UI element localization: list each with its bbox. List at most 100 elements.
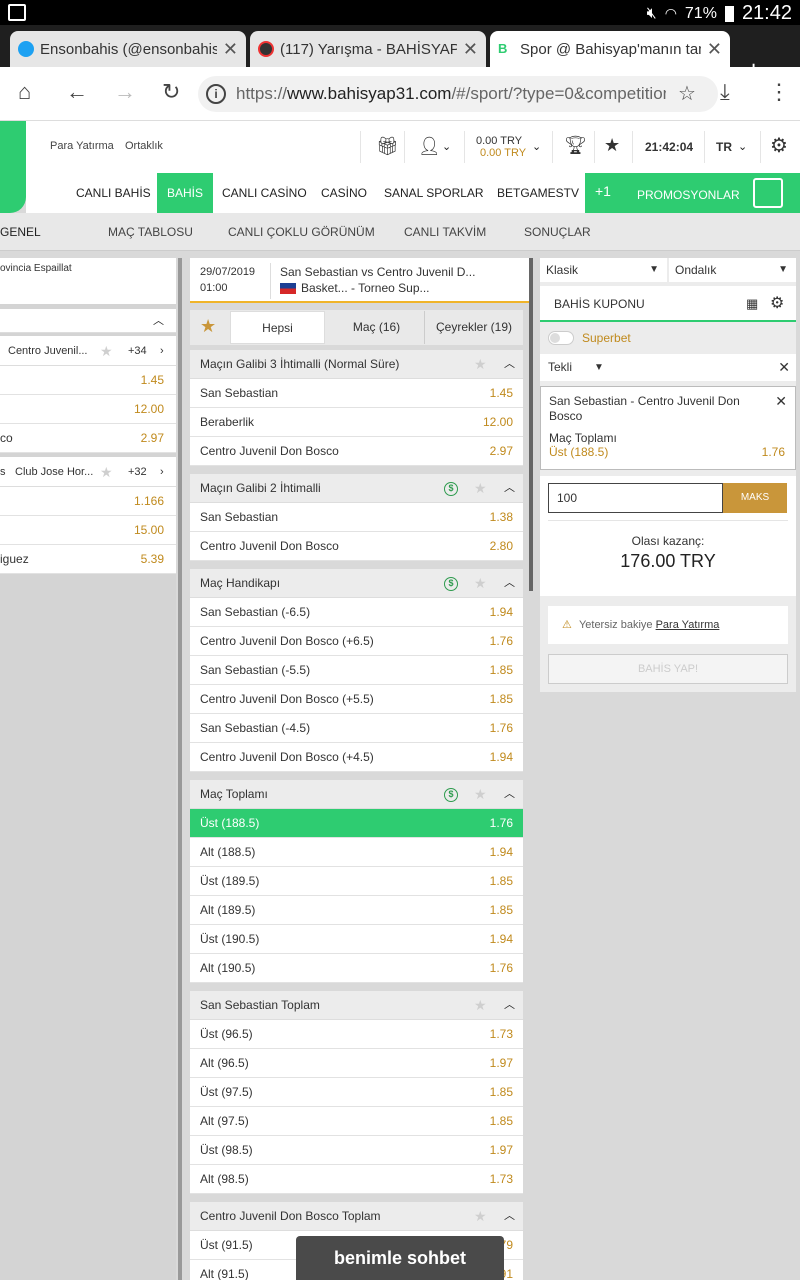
odds-row[interactable]: Alt (188.5) 1.94 bbox=[190, 838, 523, 867]
odds-row[interactable]: Üst (98.5) 1.97 bbox=[190, 1136, 523, 1165]
clear-all-icon[interactable]: ✕ bbox=[778, 354, 790, 381]
odds-row[interactable]: San Sebastian 1.45 bbox=[190, 379, 523, 408]
market-header[interactable]: Centro Juvenil Don Bosco Toplam ★ ︿ bbox=[190, 1202, 523, 1231]
max-button[interactable]: MAKS bbox=[723, 483, 787, 513]
settings-gear-icon[interactable]: ⚙ bbox=[770, 133, 788, 158]
filter-hepsi[interactable]: Hepsi bbox=[230, 311, 325, 344]
favorite-star-icon[interactable]: ★ bbox=[474, 474, 487, 503]
nav-bahis[interactable]: BAHİS bbox=[157, 173, 214, 213]
stake-input[interactable]: 100 bbox=[548, 483, 723, 513]
left-odd-row[interactable]: 15.00 bbox=[0, 516, 176, 545]
filter-ceyrekler[interactable]: Çeyrekler (19) bbox=[424, 311, 523, 344]
tab-spor[interactable]: B Spor @ Bahisyap'manın tam ✕ bbox=[490, 31, 730, 67]
odds-row[interactable]: Centro Juvenil Don Bosco (+4.5) 1.94 bbox=[190, 743, 523, 772]
reload-icon[interactable]: ↻ bbox=[162, 79, 180, 105]
download-icon[interactable]: ⤓ bbox=[720, 79, 730, 105]
partnership-link[interactable]: Ortaklık bbox=[125, 140, 163, 152]
left-match-2[interactable]: s Club Jose Hor... ★ +32 › bbox=[0, 457, 176, 487]
close-tab-icon[interactable]: ✕ bbox=[223, 39, 238, 60]
settings-gear-icon[interactable]: ⚙ bbox=[770, 286, 784, 322]
trophy-icon[interactable]: 🏆︎ bbox=[564, 135, 587, 156]
superbet-toggle[interactable] bbox=[548, 331, 574, 345]
forward-icon[interactable]: → bbox=[114, 79, 136, 105]
gift-icon[interactable]: 🎁︎ bbox=[376, 136, 399, 157]
market-header[interactable]: Maç Toplamı $ ★ ︿ bbox=[190, 780, 523, 809]
logo[interactable] bbox=[0, 121, 26, 213]
odds-row[interactable]: Centro Juvenil Don Bosco 2.80 bbox=[190, 532, 523, 561]
language-select[interactable]: TR bbox=[716, 140, 732, 154]
url-field[interactable]: i https://www.bahisyap31.com/#/sport/?ty… bbox=[198, 76, 718, 112]
favorite-star-icon[interactable]: ★ bbox=[100, 457, 113, 487]
market-header[interactable]: Maçın Galibi 2 İhtimalli $ ★ ︿ bbox=[190, 474, 523, 503]
left-scrollbar[interactable] bbox=[178, 258, 182, 1280]
chevron-up-icon[interactable]: ︿ bbox=[504, 474, 515, 503]
user-icon[interactable]: 👤︎ bbox=[418, 136, 441, 157]
odds-row[interactable]: Centro Juvenil Don Bosco (+5.5) 1.85 bbox=[190, 685, 523, 714]
favorite-star-icon[interactable]: ★ bbox=[474, 780, 487, 809]
close-tab-icon[interactable]: ✕ bbox=[463, 39, 478, 60]
nav-canli-bahis[interactable]: CANLI BAHİS bbox=[66, 173, 161, 213]
chevron-up-icon[interactable]: ︿ bbox=[504, 569, 515, 598]
chevron-up-icon[interactable]: ︿ bbox=[504, 350, 515, 379]
left-odd-row[interactable]: iguez 5.39 bbox=[0, 545, 176, 574]
odds-row[interactable]: Alt (97.5) 1.85 bbox=[190, 1107, 523, 1136]
odds-row[interactable]: Alt (190.5) 1.76 bbox=[190, 954, 523, 983]
close-tab-icon[interactable]: ✕ bbox=[707, 39, 722, 60]
odds-row[interactable]: Alt (96.5) 1.97 bbox=[190, 1049, 523, 1078]
odds-row[interactable]: Üst (97.5) 1.85 bbox=[190, 1078, 523, 1107]
format-select-ondalik[interactable]: Ondalık ▼ bbox=[669, 258, 796, 282]
left-odd-row[interactable]: 1.166 bbox=[0, 487, 176, 516]
promotions-button[interactable]: +1 PROMOSYONLAR bbox=[585, 173, 800, 213]
subnav-sonuclar[interactable]: SONUÇLAR bbox=[524, 213, 591, 251]
format-select-klasik[interactable]: Klasik ▼ bbox=[540, 258, 667, 282]
odds-row[interactable]: Üst (188.5) 1.76 bbox=[190, 809, 523, 838]
chevron-up-icon[interactable]: ︿ bbox=[504, 1202, 515, 1231]
nav-casino[interactable]: CASİNO bbox=[311, 173, 377, 213]
filter-mac[interactable]: Maç (16) bbox=[330, 311, 423, 344]
favorite-star-icon[interactable]: ★ bbox=[474, 1202, 487, 1231]
market-header[interactable]: San Sebastian Toplam ★ ︿ bbox=[190, 991, 523, 1020]
left-collapse-header[interactable]: ︿ bbox=[0, 309, 176, 333]
left-match-1[interactable]: Centro Juvenil... ★ +34 › bbox=[0, 336, 176, 366]
odds-row[interactable]: Alt (189.5) 1.85 bbox=[190, 896, 523, 925]
odds-row[interactable]: San Sebastian (-4.5) 1.76 bbox=[190, 714, 523, 743]
nav-sanal-sporlar[interactable]: SANAL SPORLAR bbox=[374, 173, 494, 213]
home-icon[interactable]: ⌂ bbox=[18, 79, 31, 105]
left-odd-row[interactable]: 12.00 bbox=[0, 395, 176, 424]
tab-ensonbahis[interactable]: Ensonbahis (@ensonbahis1 ✕ bbox=[10, 31, 246, 67]
info-icon[interactable]: i bbox=[206, 84, 226, 104]
subnav-canli-coklu[interactable]: CANLI ÇOKLU GÖRÜNÜM bbox=[228, 213, 375, 251]
favorite-star-icon[interactable]: ★ bbox=[474, 991, 487, 1020]
left-odd-row[interactable]: 1.45 bbox=[0, 366, 176, 395]
odds-row[interactable]: San Sebastian 1.38 bbox=[190, 503, 523, 532]
place-bet-button[interactable]: BAHİS YAP! bbox=[548, 654, 788, 684]
remove-bet-icon[interactable]: ✕ bbox=[775, 393, 787, 410]
favorite-star-icon[interactable]: ★ bbox=[474, 569, 487, 598]
center-scrollbar[interactable] bbox=[529, 258, 533, 591]
odds-row[interactable]: Alt (98.5) 1.73 bbox=[190, 1165, 523, 1194]
balance[interactable]: 0.00 TRY 0.00 TRY bbox=[476, 135, 526, 159]
subnav-mac-tablosu[interactable]: MAÇ TABLOSU bbox=[108, 213, 193, 251]
odds-row[interactable]: Üst (190.5) 1.94 bbox=[190, 925, 523, 954]
left-odd-row[interactable]: co 2.97 bbox=[0, 424, 176, 453]
odds-row[interactable]: Beraberlik 12.00 bbox=[190, 408, 523, 437]
odds-row[interactable]: Centro Juvenil Don Bosco 2.97 bbox=[190, 437, 523, 466]
favorite-star-icon[interactable]: ★ bbox=[474, 350, 487, 379]
odds-row[interactable]: San Sebastian (-5.5) 1.85 bbox=[190, 656, 523, 685]
deposit-link[interactable]: Para Yatırma bbox=[50, 140, 114, 152]
chevron-up-icon[interactable]: ︿ bbox=[504, 991, 515, 1020]
chat-button[interactable]: benimle sohbet bbox=[296, 1236, 504, 1280]
calculator-icon[interactable]: ▦ bbox=[746, 286, 758, 322]
favorites-star-icon[interactable]: ★ bbox=[200, 316, 216, 337]
menu-icon[interactable]: ⋮ bbox=[768, 79, 790, 105]
deposit-link[interactable]: Para Yatırma bbox=[656, 619, 720, 631]
favorites-star-icon[interactable]: ★ bbox=[604, 135, 620, 156]
bet-type-select[interactable]: Tekli ▼ ✕ bbox=[540, 354, 796, 381]
market-header[interactable]: Maç Handikapı $ ★ ︿ bbox=[190, 569, 523, 598]
nav-betgamestv[interactable]: BETGAMESTV bbox=[487, 173, 589, 213]
subnav-canli-takvim[interactable]: CANLI TAKVİM bbox=[404, 213, 486, 251]
chevron-up-icon[interactable]: ︿ bbox=[153, 312, 164, 328]
bookmark-star-icon[interactable]: ☆ bbox=[678, 81, 696, 106]
favorite-star-icon[interactable]: ★ bbox=[100, 336, 113, 366]
market-header[interactable]: Maçın Galibi 3 İhtimalli (Normal Süre) ★ ︿ bbox=[190, 350, 523, 379]
